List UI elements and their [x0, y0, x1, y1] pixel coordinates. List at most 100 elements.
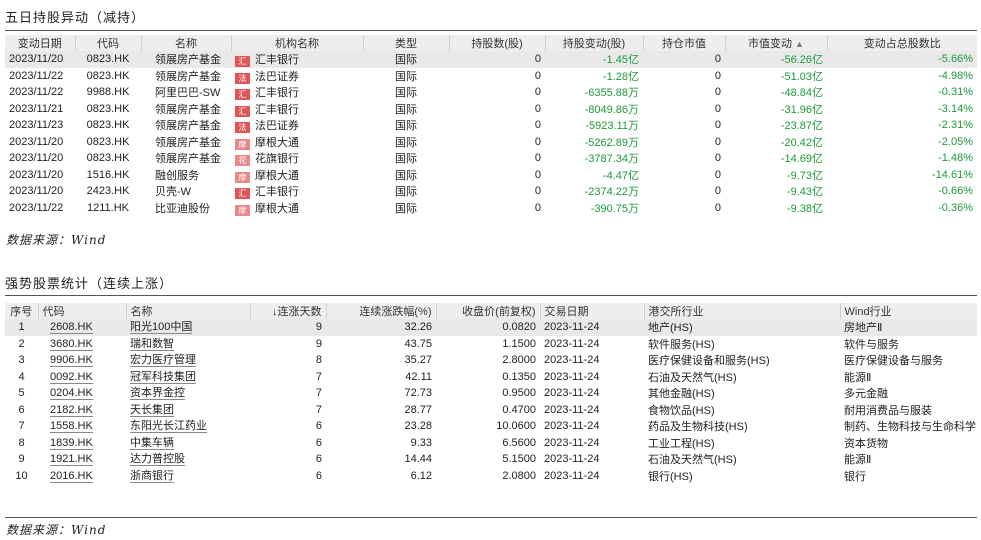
- col-code[interactable]: 代码: [75, 35, 142, 51]
- table-row[interactable]: 8 1839.HK 中集车辆 6 9.33 6.5600 2023-11-24 工业工程(HS…: [5, 435, 977, 452]
- col-mv-change[interactable]: 市值变动 ▲: [725, 35, 828, 51]
- code-link[interactable]: 2182.HK: [50, 403, 93, 417]
- code-cell[interactable]: 2608.HK: [38, 319, 126, 336]
- org-name: 花旗银行: [255, 153, 299, 166]
- org-cell: 法法巴证券: [231, 68, 363, 85]
- table-row[interactable]: 2023/11/22 0823.HK 领展房产基金法法巴证券 国际 0 -1.28亿 0 -5…: [5, 68, 977, 85]
- shares-cell: 0: [534, 119, 541, 132]
- col-share-change[interactable]: 持股变动(股): [545, 35, 644, 51]
- col-days[interactable]: ↓连涨天数: [250, 303, 327, 319]
- date-cell: 2023/11/22: [9, 86, 64, 99]
- col-name[interactable]: 名称: [141, 35, 232, 51]
- table-row[interactable]: 2023/11/20 0823.HK 领展房产基金花花旗银行 国际 0 -3787.34万…: [5, 150, 977, 167]
- code-cell[interactable]: 2016.HK: [38, 468, 126, 485]
- table-row[interactable]: 2023/11/20 1516.HK 融创服务 摩摩根大通 国际 0 -4.47亿 0 -9.7…: [5, 167, 977, 184]
- table-row[interactable]: 1 2608.HK 阳光100中国 9 32.26 0.0820 2023-11-24 地产(…: [5, 319, 977, 336]
- col-code[interactable]: 代码: [38, 303, 127, 319]
- code-cell[interactable]: 3680.HK: [38, 336, 126, 353]
- col-type[interactable]: 类型: [363, 35, 450, 51]
- name-cell[interactable]: 宏力医疗管理: [126, 352, 250, 369]
- table-row[interactable]: 10 2016.HK 浙商银行 6 6.12 2.0800 2023-11-24 银行(HS)…: [5, 468, 977, 485]
- code-cell[interactable]: 1921.HK: [38, 451, 126, 468]
- days-cell: 6: [315, 420, 322, 433]
- name-cell[interactable]: 瑞和数智: [126, 336, 250, 353]
- code-cell[interactable]: 1558.HK: [38, 418, 126, 435]
- type-cell: 国际: [363, 51, 449, 68]
- name-link[interactable]: 天长集团: [130, 403, 174, 417]
- code-link[interactable]: 1839.HK: [50, 436, 93, 450]
- name-cell[interactable]: 达力普控股: [126, 451, 250, 468]
- org-badge: 花: [235, 155, 250, 167]
- name-cell[interactable]: 阳光100中国: [126, 319, 250, 336]
- table-row[interactable]: 6 2182.HK 天长集团 7 28.77 0.4700 2023-11-24 食物饮品(H…: [5, 402, 977, 419]
- code-cell[interactable]: 0204.HK: [38, 385, 126, 402]
- name-link[interactable]: 资本界金控: [130, 387, 185, 401]
- code-link[interactable]: 0204.HK: [50, 387, 93, 401]
- table-row[interactable]: 4 0092.HK 冠军科技集团 7 42.11 0.1350 2023-11-24 石油及天…: [5, 369, 977, 386]
- table-row[interactable]: 9 1921.HK 达力普控股 6 14.44 5.1500 2023-11-24 石油及天然…: [5, 451, 977, 468]
- code-link[interactable]: 2608.HK: [50, 321, 93, 335]
- code-cell[interactable]: 9906.HK: [38, 352, 126, 369]
- mv-change-cell: -14.69亿: [780, 153, 823, 166]
- name-cell[interactable]: 资本界金控: [126, 385, 250, 402]
- date-cell: 2023/11/23: [9, 119, 64, 132]
- col-trade-date[interactable]: 交易日期: [540, 303, 645, 319]
- pct-cell: 72.73: [404, 387, 432, 400]
- table-row[interactable]: 2023/11/21 0823.HK 领展房产基金汇汇丰银行 国际 0 -8049.86万…: [5, 101, 977, 118]
- table-row[interactable]: 5 0204.HK 资本界金控 7 72.73 0.9500 2023-11-24 其他金融(…: [5, 385, 977, 402]
- name-cell[interactable]: 冠军科技集团: [126, 369, 250, 386]
- name-link[interactable]: 浙商银行: [130, 469, 174, 483]
- index-cell: 6: [18, 403, 25, 416]
- table-row[interactable]: 2023/11/20 0823.HK 领展房产基金汇汇丰银行 国际 0 -1.45亿 0 -5…: [5, 51, 977, 68]
- col-wind-industry[interactable]: Wind行业: [840, 303, 977, 319]
- name-cell[interactable]: 东阳光长江药业: [126, 418, 250, 435]
- name-cell[interactable]: 天长集团: [126, 402, 250, 419]
- code-link[interactable]: 1558.HK: [50, 420, 93, 434]
- code-cell[interactable]: 2182.HK: [38, 402, 126, 419]
- col-index[interactable]: 序号: [5, 303, 39, 319]
- date-cell: 2023/11/20: [5, 51, 75, 68]
- sort-asc-icon[interactable]: ▲: [795, 39, 804, 49]
- col-shares[interactable]: 持股数(股): [449, 35, 546, 51]
- table-row[interactable]: 2023/11/20 2423.HK 贝壳-W 汇汇丰银行 国际 0 -2374.22万 0 -…: [5, 183, 977, 200]
- table-row[interactable]: 3 9906.HK 宏力医疗管理 8 35.27 2.8000 2023-11-24 医疗保健…: [5, 352, 977, 369]
- org-name: 汇丰银行: [255, 186, 299, 199]
- close-cell: 2.0800: [502, 469, 536, 482]
- code-link[interactable]: 0092.HK: [50, 370, 93, 384]
- close-cell: 5.1500: [502, 453, 536, 466]
- col-market-value[interactable]: 持仓市值: [643, 35, 726, 51]
- table-row[interactable]: 2023/11/23 0823.HK 领展房产基金法法巴证券 国际 0 -5923.11万…: [5, 117, 977, 134]
- col-days-label: 连涨天数: [277, 306, 322, 318]
- col-date[interactable]: 变动日期: [5, 35, 76, 51]
- col-pct[interactable]: 变动占总股数比: [827, 35, 977, 51]
- name-cell[interactable]: 浙商银行: [126, 468, 250, 485]
- col-name[interactable]: 名称: [126, 303, 251, 319]
- code-link[interactable]: 2016.HK: [50, 469, 93, 483]
- name-link[interactable]: 阳光100中国: [130, 321, 193, 335]
- table-row[interactable]: 7 1558.HK 东阳光长江药业 6 23.28 10.0600 2023-11-24 药品…: [5, 418, 977, 435]
- table-row[interactable]: 2 3680.HK 瑞和数智 9 43.75 1.1500 2023-11-24 软件服务(H…: [5, 336, 977, 353]
- name-link[interactable]: 瑞和数智: [130, 337, 174, 351]
- name-link[interactable]: 中集车辆: [130, 436, 174, 450]
- mv-change-cell: -56.26亿: [725, 51, 827, 68]
- code-cell[interactable]: 0092.HK: [38, 369, 126, 386]
- col-hk-industry[interactable]: 港交所行业: [644, 303, 841, 319]
- name-link[interactable]: 东阳光长江药业: [130, 420, 207, 434]
- code-link[interactable]: 3680.HK: [50, 337, 93, 351]
- col-pct[interactable]: 连续涨跌幅(%): [326, 303, 437, 319]
- code-link[interactable]: 1921.HK: [50, 453, 93, 467]
- name-link[interactable]: 达力普控股: [130, 453, 185, 467]
- col-close[interactable]: 收盘价(前复权): [436, 303, 541, 319]
- days-cell: 6: [315, 436, 322, 449]
- code-cell[interactable]: 1839.HK: [38, 435, 126, 452]
- table-row[interactable]: 2023/11/22 9988.HK 阿里巴巴-SW 汇汇丰银行 国际 0 -6355.88…: [5, 84, 977, 101]
- name-link[interactable]: 宏力医疗管理: [130, 354, 196, 368]
- code-link[interactable]: 9906.HK: [50, 354, 93, 368]
- col-org[interactable]: 机构名称: [231, 35, 364, 51]
- table-row[interactable]: 2023/11/22 1211.HK 比亚迪股份 摩摩根大通 国际 0 -390.75万 0 -…: [5, 200, 977, 217]
- name-cell[interactable]: 中集车辆: [126, 435, 250, 452]
- share-change-cell: -2374.22万: [584, 186, 639, 199]
- name-link[interactable]: 冠军科技集团: [130, 370, 196, 384]
- share-change-cell: -5923.11万: [585, 120, 639, 133]
- table-row[interactable]: 2023/11/20 0823.HK 领展房产基金摩摩根大通 国际 0 -5262.89万…: [5, 134, 977, 151]
